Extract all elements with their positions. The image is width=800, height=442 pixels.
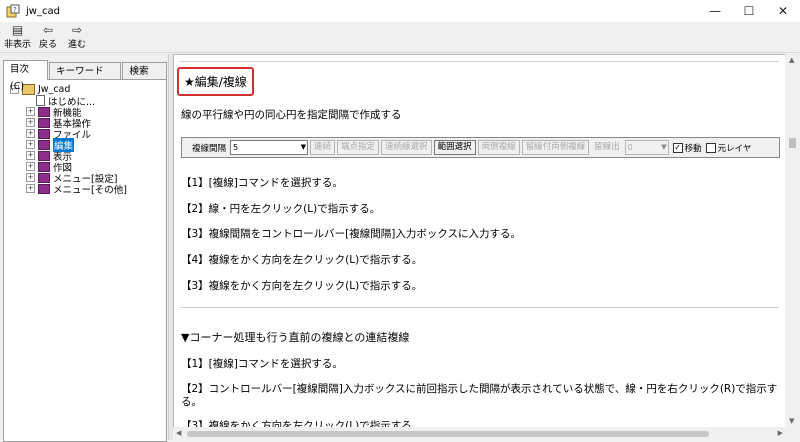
book-icon (38, 128, 50, 139)
hide-label: 非表示 (4, 40, 32, 50)
topic-intro: 線の平行線や円の同心円を指定間隔で作成する (181, 109, 402, 121)
book-icon (38, 161, 50, 172)
page-icon (36, 95, 45, 106)
range-select-button: 範囲選択 (433, 140, 476, 155)
expand-icon[interactable]: + (26, 140, 35, 149)
minimize-button[interactable]: — (698, 0, 732, 22)
window-title: jw_cad (26, 5, 60, 17)
forward-arrow-icon: ⇨ (71, 23, 83, 37)
expand-icon[interactable]: + (26, 173, 35, 182)
move-checkbox: ✓ (672, 142, 683, 153)
book-icon (38, 150, 50, 161)
expand-icon[interactable]: + (26, 129, 35, 138)
hide-pane-icon: ▤ (11, 23, 24, 37)
step-line: 【4】複線をかく方向を左クリック(L)で指示する。 (181, 254, 423, 266)
expand-icon[interactable]: + (26, 162, 35, 171)
tree-item-menu-other[interactable]: + メニュー[その他] (26, 183, 127, 196)
back-button[interactable]: ⇦ 戻る (39, 23, 57, 50)
step-line: 【2】コントロールバー[複線間隔]入力ボックスに前回指示した間隔が表示されている… (181, 383, 778, 395)
expand-icon[interactable]: + (26, 118, 35, 127)
horizontal-scroll-thumb[interactable] (187, 431, 709, 437)
move-label: 移動 (684, 143, 702, 154)
control-bar-image: 複線間隔 5 ▼ 連続 端点指定 連続線選択 範囲選択 両側複線 留線付両側複線 … (181, 137, 780, 158)
original-layer-checkbox (705, 142, 716, 153)
scroll-left-icon[interactable]: ◀ (176, 429, 181, 437)
close-button[interactable]: ✕ (766, 0, 800, 22)
title-bar: ? jw_cad — ☐ ✕ (0, 0, 800, 22)
original-layer-label: 元レイヤ (717, 143, 752, 154)
section-rule (180, 307, 779, 308)
expand-icon[interactable]: + (26, 151, 35, 160)
tome-combo: 0 ▼ (624, 140, 669, 155)
scroll-up-icon[interactable]: ▲ (789, 56, 794, 64)
expand-icon[interactable]: + (26, 184, 35, 193)
book-icon (38, 117, 50, 128)
dropdown-arrow-icon: ▼ (300, 143, 307, 151)
tree-item-label: メニュー[その他] (53, 184, 127, 196)
tome-value: 0 (627, 143, 633, 152)
section-heading: ▼コーナー処理も行う直前の複線との連結複線 (181, 331, 410, 344)
step-line: 【1】[複線]コマンドを選択する。 (181, 177, 343, 189)
endpoint-button: 端点指定 (337, 140, 380, 155)
contents-tree: − Jw_cad はじめに... + 新機能 + 基本操作 + ファイル + 編… (3, 79, 167, 442)
topic-content: ★編集/複線 線の平行線や円の同心円を指定間隔で作成する 複線間隔 5 ▼ 連続 … (173, 54, 786, 429)
back-arrow-icon: ⇦ (42, 23, 54, 37)
step-line: 【3】複線間隔をコントロールバー[複線間隔]入力ボックスに入力する。 (181, 228, 522, 240)
tab-keyword[interactable]: キーワード(N) (49, 62, 122, 94)
navigation-pane: 目次(C) キーワード(N) 検索(S) − Jw_cad はじめに... + … (0, 54, 168, 442)
forward-label: 進む (68, 40, 87, 50)
back-label: 戻る (39, 40, 58, 50)
horizontal-scrollbar[interactable]: ◀ ▶ (173, 427, 786, 440)
book-icon (38, 183, 50, 194)
dropdown-arrow-icon: ▼ (661, 143, 667, 151)
forward-button[interactable]: ⇨ 進む (68, 23, 86, 50)
step-line: 【3】複線をかく方向を左クリック(L)で指示する。 (181, 280, 423, 292)
book-icon (38, 139, 50, 150)
spacing-label: 複線間隔 (192, 143, 227, 154)
spacing-value: 5 (233, 143, 239, 152)
continuous-line-select-button: 連続線選択 (381, 140, 432, 155)
scroll-right-icon[interactable]: ▶ (778, 429, 783, 437)
both-sides-with-stop-button: 留線付両側複線 (521, 140, 590, 155)
both-sides-button: 両側複線 (477, 140, 520, 155)
top-rule (180, 61, 779, 62)
vertical-scroll-thumb[interactable] (789, 138, 796, 148)
tome-label: 留線出 (591, 141, 623, 154)
tab-contents[interactable]: 目次(C) (3, 60, 49, 92)
hide-button[interactable]: ▤ 非表示 (4, 23, 31, 50)
step-line: 【2】線・円を左クリック(L)で指示する。 (181, 203, 381, 215)
svg-text:?: ? (13, 6, 17, 14)
step-line: 【1】[複線]コマンドを選択する。 (181, 358, 343, 370)
book-icon (38, 106, 50, 117)
tab-search[interactable]: 検索(S) (122, 62, 167, 94)
vertical-scrollbar[interactable]: ▲ ▼ (785, 54, 800, 427)
continuous-button: 連続 (310, 140, 336, 155)
scroll-down-icon[interactable]: ▼ (789, 417, 794, 425)
book-icon (38, 172, 50, 183)
expand-icon[interactable]: + (26, 107, 35, 116)
topic-heading: ★編集/複線 (177, 67, 254, 96)
toolbar: ▤ 非表示 ⇦ 戻る ⇨ 進む (0, 22, 800, 53)
maximize-button[interactable]: ☐ (732, 0, 766, 22)
help-app-icon: ? (6, 4, 20, 18)
spacing-combo: 5 ▼ (230, 140, 309, 155)
step-line: る。 (181, 396, 202, 408)
